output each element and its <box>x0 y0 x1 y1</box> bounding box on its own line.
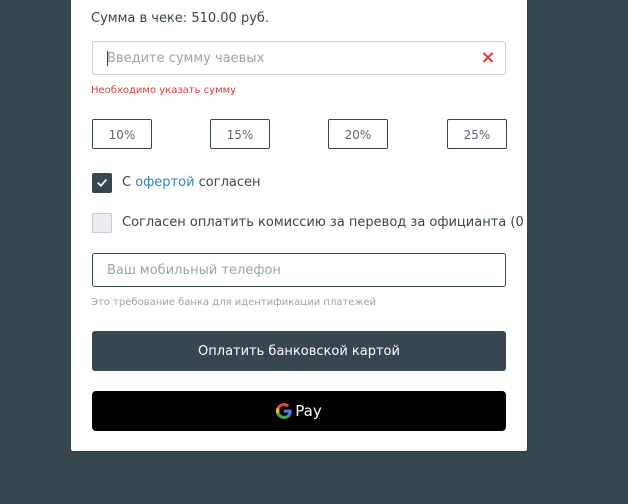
offer-agreement-checkbox[interactable] <box>92 173 112 193</box>
tip-15-percent-button[interactable]: 15% <box>210 119 270 149</box>
google-pay-content: Pay <box>92 402 506 420</box>
text-caret <box>107 51 108 66</box>
pay-by-card-button[interactable]: Оплатить банковской картой <box>92 331 506 371</box>
offer-link[interactable]: офертой <box>135 175 194 190</box>
offer-suffix-text: согласен <box>194 175 261 190</box>
google-g-icon <box>276 403 292 419</box>
tip-amount-input[interactable] <box>93 42 505 74</box>
phone-input[interactable] <box>92 253 506 287</box>
close-icon[interactable]: × <box>480 49 496 67</box>
offer-agreement-label: С офертой согласен <box>122 175 261 191</box>
checkmark-icon <box>97 179 107 187</box>
commission-agreement-checkbox[interactable] <box>92 213 112 233</box>
tip-error-message: Необходимо указать сумму <box>91 85 237 96</box>
phone-hint: Это требование банка для идентификации п… <box>91 297 377 308</box>
commission-agreement-label: Согласен оплатить комиссию за перевод за… <box>122 215 546 230</box>
payment-card: Сумма в чеке: 510.00 руб. × Необходимо у… <box>71 0 545 451</box>
tip-amount-field: × <box>92 41 506 75</box>
google-pay-label: Pay <box>295 402 322 420</box>
receipt-sum: Сумма в чеке: 510.00 руб. <box>91 11 270 26</box>
tip-10-percent-button[interactable]: 10% <box>92 119 152 149</box>
google-pay-button[interactable]: Pay <box>92 391 506 431</box>
tip-20-percent-button[interactable]: 20% <box>328 119 388 149</box>
offer-prefix-text: С <box>122 175 136 190</box>
tip-25-percent-button[interactable]: 25% <box>447 119 507 149</box>
